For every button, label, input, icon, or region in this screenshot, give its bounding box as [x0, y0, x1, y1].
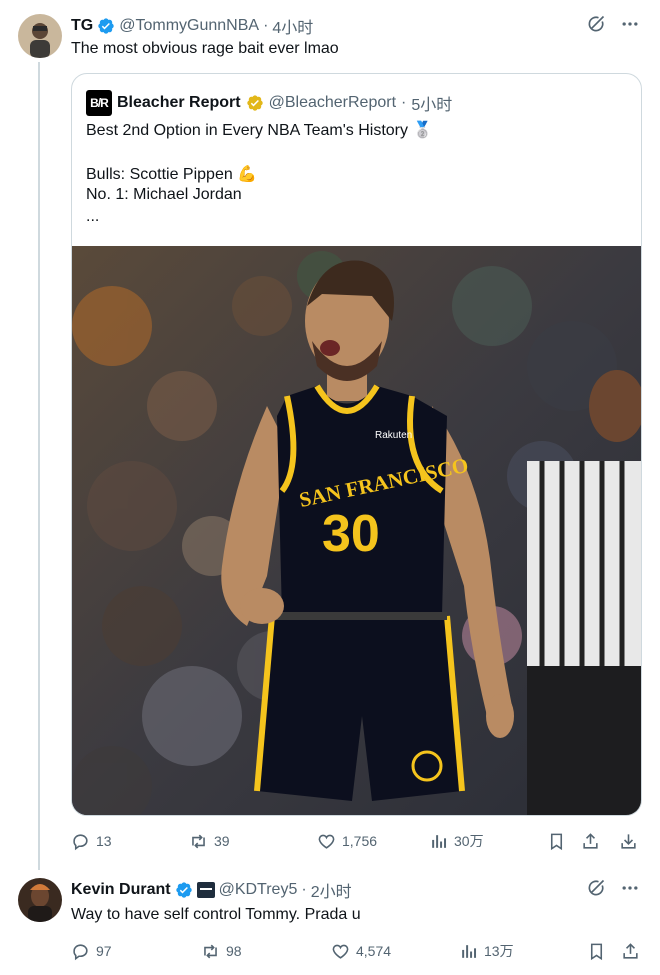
quote-author-name: Bleacher Report: [117, 94, 241, 111]
share-icon: [583, 832, 598, 849]
affiliate-badge-icon: [196, 882, 215, 898]
download-icon: [621, 833, 636, 849]
separator: ·: [263, 17, 269, 34]
quote-timestamp: 5小时: [411, 97, 453, 114]
like-count: 1,756: [342, 833, 378, 849]
tweet-text: Way to have self control Tommy. Prada u: [71, 906, 361, 923]
timestamp[interactable]: 4小时: [272, 14, 313, 38]
separator: ·: [301, 881, 307, 898]
like-button[interactable]: 1,756: [317, 832, 429, 851]
avatar[interactable]: [18, 878, 62, 922]
like-count: 4,574: [356, 943, 392, 959]
retweet-icon: [204, 944, 217, 958]
quote-line-3: No. 1: Michael Jordan: [86, 186, 242, 203]
bookmark-button[interactable]: [547, 832, 581, 851]
author-handle[interactable]: @KDTrey5: [219, 881, 298, 899]
separator: ·: [401, 94, 407, 111]
quote-photo[interactable]: Rakuten SAN FRANCISCO 30: [72, 246, 641, 815]
reply-count: 13: [96, 833, 112, 849]
verified-badge-icon: [175, 881, 193, 899]
author-name[interactable]: TG: [71, 17, 93, 35]
retweet-count: 39: [214, 833, 230, 849]
quote-author-handle: @BleacherReport: [268, 94, 397, 111]
grok-icon[interactable]: [586, 878, 606, 898]
quoted-tweet-card[interactable]: B/R Bleacher Report @BleacherReport · 5小…: [71, 73, 642, 816]
silver-medal-icon: 🥈: [412, 122, 433, 139]
reply-count: 97: [96, 943, 112, 959]
tweet-tommy: TG @TommyGunnNBA · 4小时 The most obvious …: [0, 0, 660, 870]
more-icon[interactable]: [620, 878, 640, 898]
views-button[interactable]: 30万: [429, 831, 547, 851]
views-icon: [462, 944, 477, 958]
verified-gold-badge-icon: [246, 94, 264, 112]
like-icon: [332, 944, 349, 959]
tweet-kevin-durant: Kevin Durant @KDTrey5 · 2小时 Way to have …: [0, 870, 660, 975]
bookmark-icon: [550, 833, 563, 850]
more-icon[interactable]: [620, 14, 640, 34]
author-name[interactable]: Kevin Durant: [71, 881, 171, 899]
quote-line-1-text: Best 2nd Option in Every NBA Team's Hist…: [86, 122, 409, 139]
reply-icon: [73, 943, 88, 960]
quote-line-2: Bulls: Scottie Pippen 💪: [86, 164, 257, 184]
bookmark-button[interactable]: [587, 942, 621, 961]
bleacher-report-logo: B/R: [86, 90, 112, 116]
retweet-button[interactable]: 98: [201, 942, 331, 961]
verified-badge-icon: [97, 17, 115, 35]
retweet-icon: [192, 834, 205, 848]
download-button[interactable]: [619, 832, 639, 851]
tweet-header: TG @TommyGunnNBA · 4小时: [71, 14, 313, 38]
views-icon: [432, 834, 447, 848]
bookmark-icon: [590, 943, 603, 960]
jersey-number: 30: [322, 505, 380, 563]
quote-line-2-text: Bulls: Scottie Pippen: [86, 166, 233, 183]
grok-icon[interactable]: [586, 14, 606, 34]
quote-line-1: Best 2nd Option in Every NBA Team's Hist…: [86, 120, 432, 140]
views-button[interactable]: 13万: [459, 941, 587, 961]
reply-icon: [73, 833, 88, 850]
reply-button[interactable]: 13: [71, 832, 189, 851]
retweet-button[interactable]: 39: [189, 832, 317, 851]
quote-header: B/R Bleacher Report @BleacherReport · 5小…: [86, 90, 452, 116]
share-button[interactable]: [621, 942, 641, 961]
like-icon: [318, 834, 335, 849]
author-handle[interactable]: @TommyGunnNBA: [119, 17, 259, 35]
tweet-header: Kevin Durant @KDTrey5 · 2小时: [71, 878, 352, 902]
tweet-actions: 13 39 1,756 30万: [71, 831, 642, 851]
reply-button[interactable]: 97: [71, 942, 201, 961]
retweet-count: 98: [226, 943, 242, 959]
views-count: 30万: [454, 833, 484, 849]
timestamp[interactable]: 2小时: [311, 878, 352, 902]
quote-line-4: ...: [86, 208, 100, 225]
share-icon: [623, 942, 638, 959]
views-count: 13万: [484, 943, 514, 959]
jersey-sponsor: Rakuten: [375, 430, 412, 441]
share-button[interactable]: [581, 832, 619, 851]
tweet-text: The most obvious rage bait ever lmao: [71, 40, 339, 57]
avatar[interactable]: [18, 14, 62, 58]
like-button[interactable]: 4,574: [331, 942, 459, 961]
flexed-bicep-icon: 💪: [237, 166, 258, 183]
tweet-actions: 97 98 4,574 13万: [71, 941, 642, 961]
